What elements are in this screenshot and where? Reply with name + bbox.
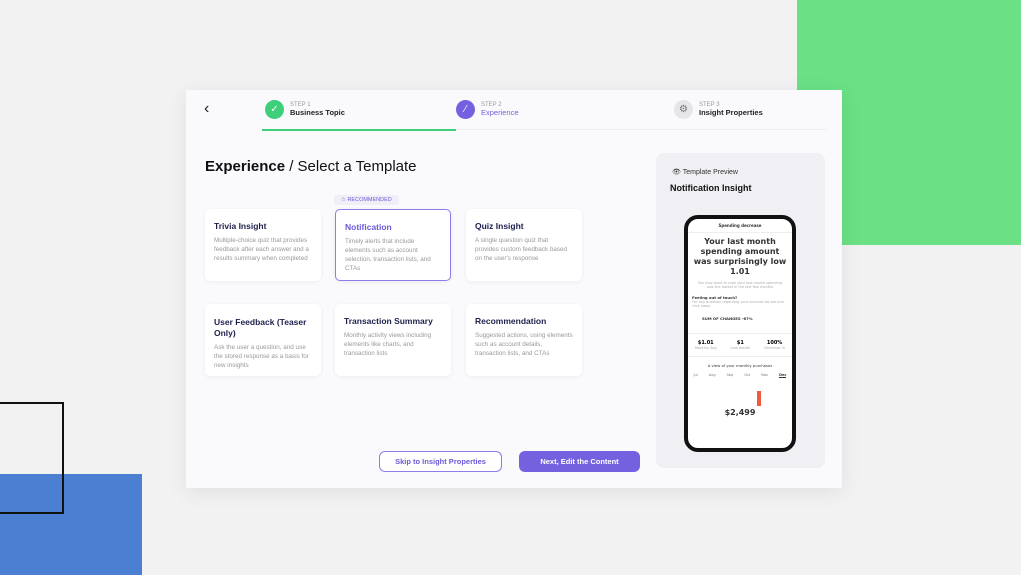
app-window: ‹ ✓ STEP 1 Business Topic ⁄ STEP 2 Experie… xyxy=(186,90,842,488)
chart-bar-dec xyxy=(757,391,761,406)
skip-button[interactable]: Skip to Insight Properties xyxy=(379,451,502,472)
eye-icon: 👁 xyxy=(672,169,681,176)
gear-icon: ⚙ xyxy=(674,100,693,119)
step-3[interactable]: ⚙ STEP 3 Insight Properties xyxy=(674,100,763,119)
magic-wand-icon: ⁄ xyxy=(456,100,475,119)
template-card-notification[interactable]: Notification Timely alerts that include e… xyxy=(335,209,451,281)
preview-title: Notification Insight xyxy=(670,183,752,193)
progress-track xyxy=(456,129,826,130)
step-2[interactable]: ⁄ STEP 2 Experience xyxy=(456,100,519,119)
template-card-transaction-summary[interactable]: Transaction Summary Monthly activity view… xyxy=(335,304,451,376)
recommended-badge: ☆ RECOMMENDED xyxy=(334,195,399,205)
phone-preview: Spending decrease Your last month spendi… xyxy=(684,215,796,452)
template-card-quiz[interactable]: Quiz Insight A single question quiz that … xyxy=(466,209,582,281)
check-icon: ✓ xyxy=(265,100,284,119)
next-button[interactable]: Next, Edit the Content xyxy=(519,451,640,472)
page-title: Experience / Select a Template xyxy=(205,158,417,175)
template-preview-panel: 👁 Template Preview Notification Insight … xyxy=(656,153,825,468)
template-card-trivia[interactable]: Trivia Insight Multiple-choice quiz that … xyxy=(205,209,321,281)
decor-outline-block xyxy=(0,402,64,514)
step-1[interactable]: ✓ STEP 1 Business Topic xyxy=(265,100,345,119)
template-card-user-feedback[interactable]: User Feedback (Teaser Only) Ask the user … xyxy=(205,304,321,376)
back-button[interactable]: ‹ xyxy=(204,100,209,118)
progress-complete xyxy=(262,129,456,131)
template-card-recommendation[interactable]: Recommendation Suggested actions, using e… xyxy=(466,304,582,376)
